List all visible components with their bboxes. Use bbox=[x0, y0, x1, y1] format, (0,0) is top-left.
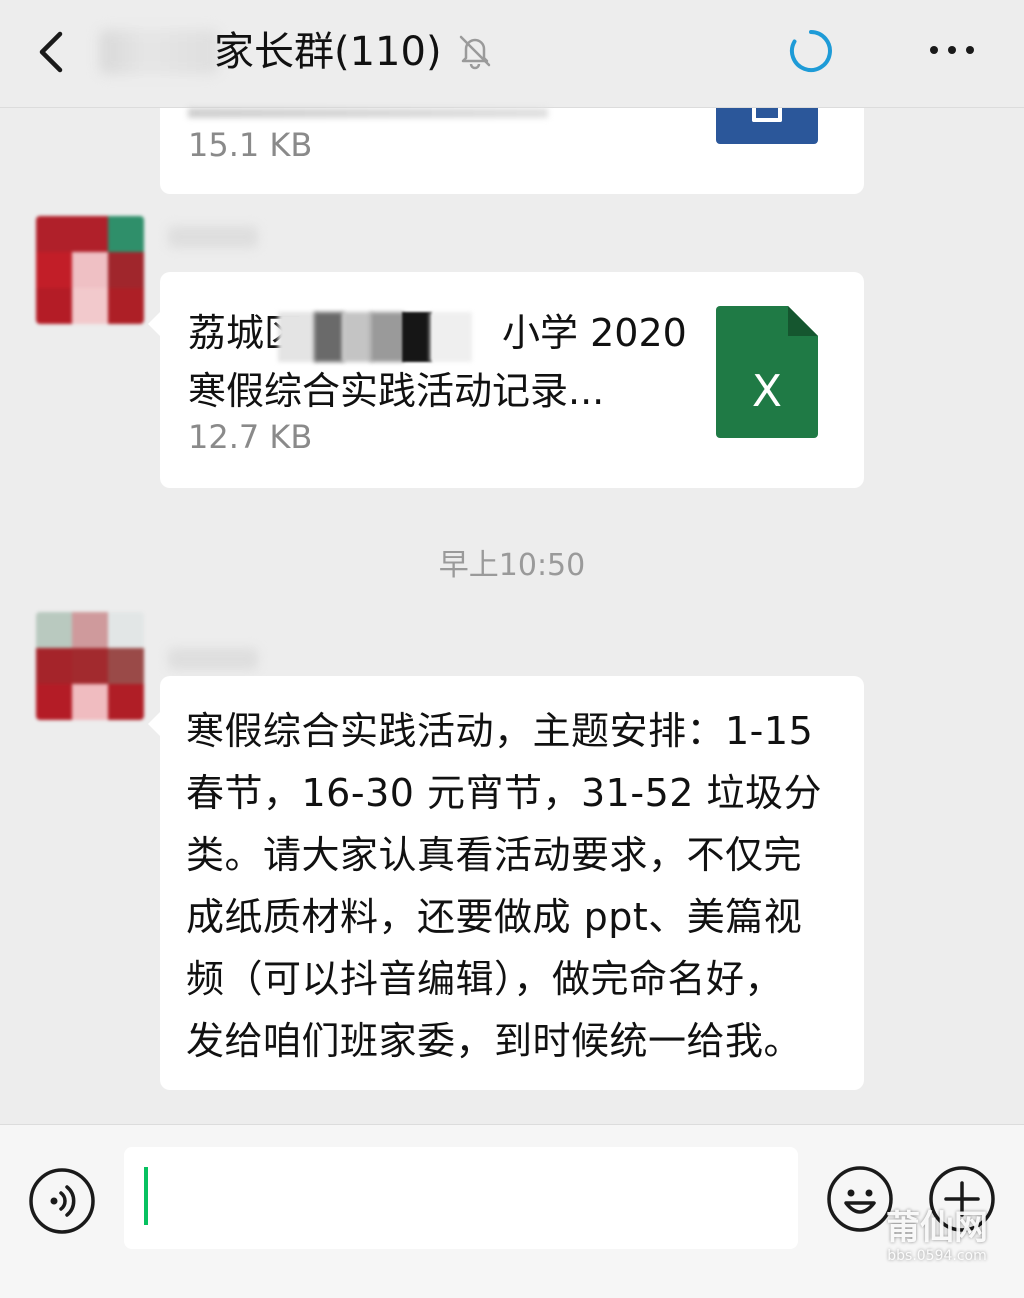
chat-input-bar bbox=[0, 1124, 1024, 1270]
sender-name-redaction bbox=[168, 226, 258, 248]
message-line: 寒假综合实践活动，主题安排：1-15 bbox=[186, 709, 814, 753]
watermark-sub: bbs.0594.com bbox=[887, 1248, 987, 1264]
chat-title: 家长群(110) bbox=[214, 29, 442, 75]
loading-spinner-icon bbox=[789, 30, 832, 72]
file-size: 15.1 KB bbox=[188, 126, 313, 164]
message-input[interactable] bbox=[124, 1147, 798, 1249]
avatar[interactable] bbox=[36, 216, 144, 324]
text-message-bubble[interactable]: 寒假综合实践活动，主题安排：1-15 春节，16-30 元宵节，31-52 垃圾… bbox=[148, 676, 864, 1090]
bell-off-icon bbox=[459, 35, 491, 70]
voice-icon[interactable] bbox=[28, 1167, 96, 1235]
message-line: 春节，16-30 元宵节，31-52 垃圾分 bbox=[186, 771, 822, 815]
word-file-icon bbox=[716, 108, 818, 144]
file-message-bubble[interactable]: 荔城区 小学 2020 寒假综合实践活动记录... 12.7 KB X bbox=[148, 272, 864, 488]
chat-header: 家长群(110) bbox=[0, 0, 1024, 108]
message-line: 发给咱们班家委，到时候统一给我。 bbox=[186, 1019, 803, 1063]
watermark-main: 莆仙网 bbox=[886, 1208, 988, 1248]
message-line: 频（可以抖音编辑），做完命名好， bbox=[186, 957, 784, 1001]
file-size: 12.7 KB bbox=[188, 418, 313, 456]
excel-icon-letter: X bbox=[752, 366, 782, 417]
message-line: 类。请大家认真看活动要求，不仅完 bbox=[186, 833, 803, 877]
file-name-redaction bbox=[278, 312, 472, 362]
group-name-redaction bbox=[100, 30, 218, 74]
file-name-line: 寒假综合实践活动记录... bbox=[188, 369, 605, 413]
message-line: 成纸质材料，还要做成 ppt、美篇视 bbox=[186, 895, 803, 939]
excel-file-icon: X bbox=[716, 306, 818, 438]
avatar[interactable] bbox=[36, 612, 144, 720]
file-name-partial bbox=[188, 108, 548, 118]
message-text: 寒假综合实践活动，主题安排：1-15 春节，16-30 元宵节，31-52 垃圾… bbox=[186, 700, 846, 1072]
sender-name-redaction bbox=[168, 648, 258, 670]
site-watermark: 莆仙网 bbs.0594.com bbox=[872, 1208, 1002, 1274]
text-caret bbox=[144, 1167, 148, 1225]
message-timestamp: 早上10:50 bbox=[438, 548, 586, 583]
bottom-safe-area bbox=[0, 1270, 1024, 1298]
chevron-left-icon[interactable] bbox=[34, 28, 70, 76]
file-message-bubble[interactable]: 15.1 KB bbox=[160, 108, 864, 194]
more-dots-icon[interactable] bbox=[928, 38, 976, 62]
